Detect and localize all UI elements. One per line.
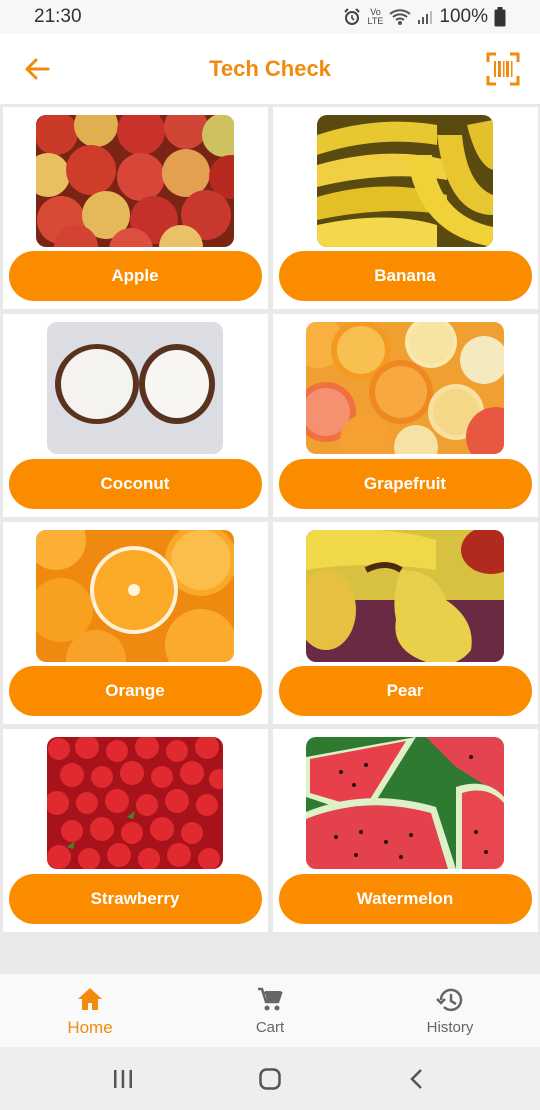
- status-time: 21:30: [34, 6, 82, 27]
- strawberry-button[interactable]: Strawberry: [8, 873, 262, 924]
- banana-image: [317, 114, 493, 247]
- apple-image: [36, 114, 234, 247]
- watermelon-button[interactable]: Watermelon: [278, 873, 532, 924]
- back-chevron-icon: [409, 1068, 422, 1089]
- barcode-scan-icon[interactable]: [486, 52, 520, 86]
- product-card-pear[interactable]: Pear: [272, 521, 538, 724]
- volte-icon: Vo LTE: [367, 7, 384, 26]
- product-card-watermelon[interactable]: Watermelon: [272, 729, 538, 932]
- home-system-button[interactable]: [250, 1059, 290, 1099]
- apple-button[interactable]: Apple: [8, 251, 262, 301]
- signal-icon: [418, 11, 433, 24]
- home-circle-icon: [259, 1067, 281, 1090]
- battery-percent: 100%: [439, 6, 488, 27]
- nav-history[interactable]: History: [360, 974, 540, 1047]
- pear-image: [306, 529, 504, 662]
- orange-image: [36, 529, 234, 662]
- product-card-coconut[interactable]: Coconut: [2, 314, 268, 517]
- home-icon: [78, 987, 102, 1010]
- product-card-banana[interactable]: Banana: [272, 106, 538, 309]
- back-system-button[interactable]: [397, 1059, 437, 1099]
- strawberry-image: [47, 737, 223, 869]
- product-card-strawberry[interactable]: Strawberry: [2, 729, 268, 932]
- nav-home-label: Home: [67, 1017, 113, 1037]
- product-card-orange[interactable]: Orange: [2, 521, 268, 724]
- alarm-icon: [343, 8, 360, 25]
- grapefruit-image: [306, 322, 504, 454]
- banana-button[interactable]: Banana: [278, 251, 532, 301]
- history-icon: [436, 988, 463, 1012]
- cart-icon: [258, 987, 283, 1011]
- product-card-grapefruit[interactable]: Grapefruit: [272, 314, 538, 517]
- watermelon-image: [306, 737, 504, 869]
- status-bar: 21:30 Vo LTE 100%: [0, 0, 540, 34]
- nav-cart[interactable]: Cart: [180, 974, 360, 1047]
- nav-history-label: History: [426, 1019, 474, 1036]
- app-bar: Tech Check: [0, 34, 540, 104]
- recent-apps-icon: [114, 1069, 133, 1088]
- coconut-button[interactable]: Coconut: [8, 458, 262, 509]
- orange-button[interactable]: Orange: [8, 666, 262, 716]
- recent-apps-button[interactable]: [103, 1059, 143, 1099]
- page-title: Tech Check: [209, 56, 331, 81]
- arrow-back-icon[interactable]: [22, 54, 52, 84]
- product-grid: Apple Banana Coconut Grapefruit Orange P…: [0, 104, 540, 934]
- nav-home[interactable]: Home: [0, 974, 180, 1047]
- pear-button[interactable]: Pear: [278, 666, 532, 716]
- battery-icon: [494, 7, 506, 27]
- coconut-image: [47, 322, 223, 454]
- nav-cart-label: Cart: [255, 1019, 285, 1036]
- wifi-icon: [389, 9, 412, 25]
- product-card-apple[interactable]: Apple: [2, 106, 268, 309]
- system-navigation-bar: [0, 1047, 540, 1110]
- grapefruit-button[interactable]: Grapefruit: [278, 458, 532, 509]
- bottom-navigation: Home Cart History: [0, 974, 540, 1047]
- status-icons: Vo LTE 100%: [342, 6, 506, 28]
